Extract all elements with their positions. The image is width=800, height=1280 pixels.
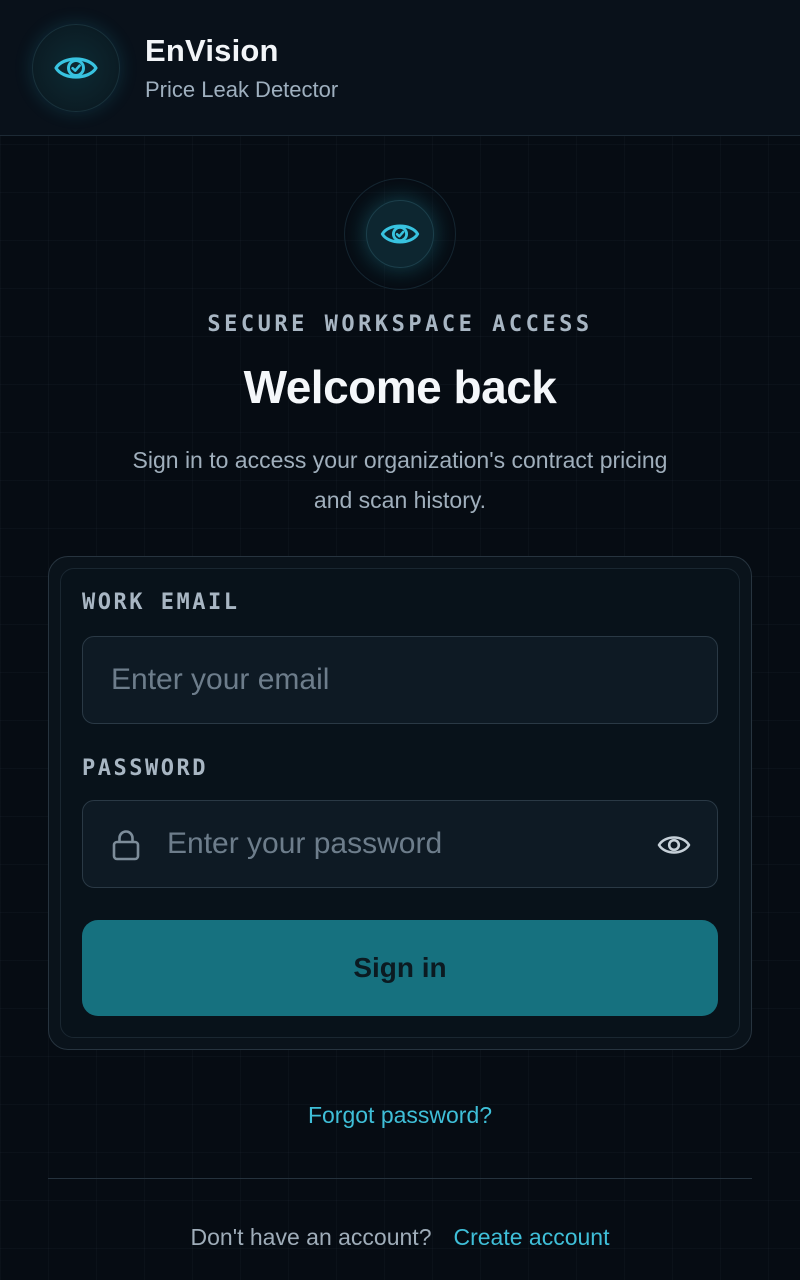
app-header: EnVision Price Leak Detector <box>0 0 800 136</box>
password-label: PASSWORD <box>82 756 208 781</box>
app-title: EnVision <box>145 33 279 68</box>
lock-icon <box>112 830 140 861</box>
password-field[interactable] <box>82 800 718 888</box>
signup-prompt: Don't have an account? <box>190 1224 432 1250</box>
eye-check-icon <box>32 24 120 112</box>
page-title: Welcome back <box>243 361 557 413</box>
page-description: Sign in to access your organization's co… <box>132 447 668 513</box>
eyebrow-label: SECURE WORKSPACE ACCESS <box>207 312 593 337</box>
eye-check-icon <box>366 200 434 268</box>
eye-icon[interactable] <box>657 829 691 861</box>
divider <box>48 1178 752 1179</box>
email-label: WORK EMAIL <box>82 590 240 615</box>
sign-in-button[interactable]: Sign in <box>82 920 718 1016</box>
email-field[interactable] <box>82 636 718 724</box>
password-input[interactable] <box>165 801 637 887</box>
signup-row: Don't have an account? Create account <box>0 1224 800 1251</box>
email-input[interactable] <box>109 637 697 723</box>
forgot-password-link[interactable]: Forgot password? <box>0 1102 800 1129</box>
app-subtitle: Price Leak Detector <box>145 77 339 102</box>
create-account-link[interactable]: Create account <box>453 1224 609 1250</box>
